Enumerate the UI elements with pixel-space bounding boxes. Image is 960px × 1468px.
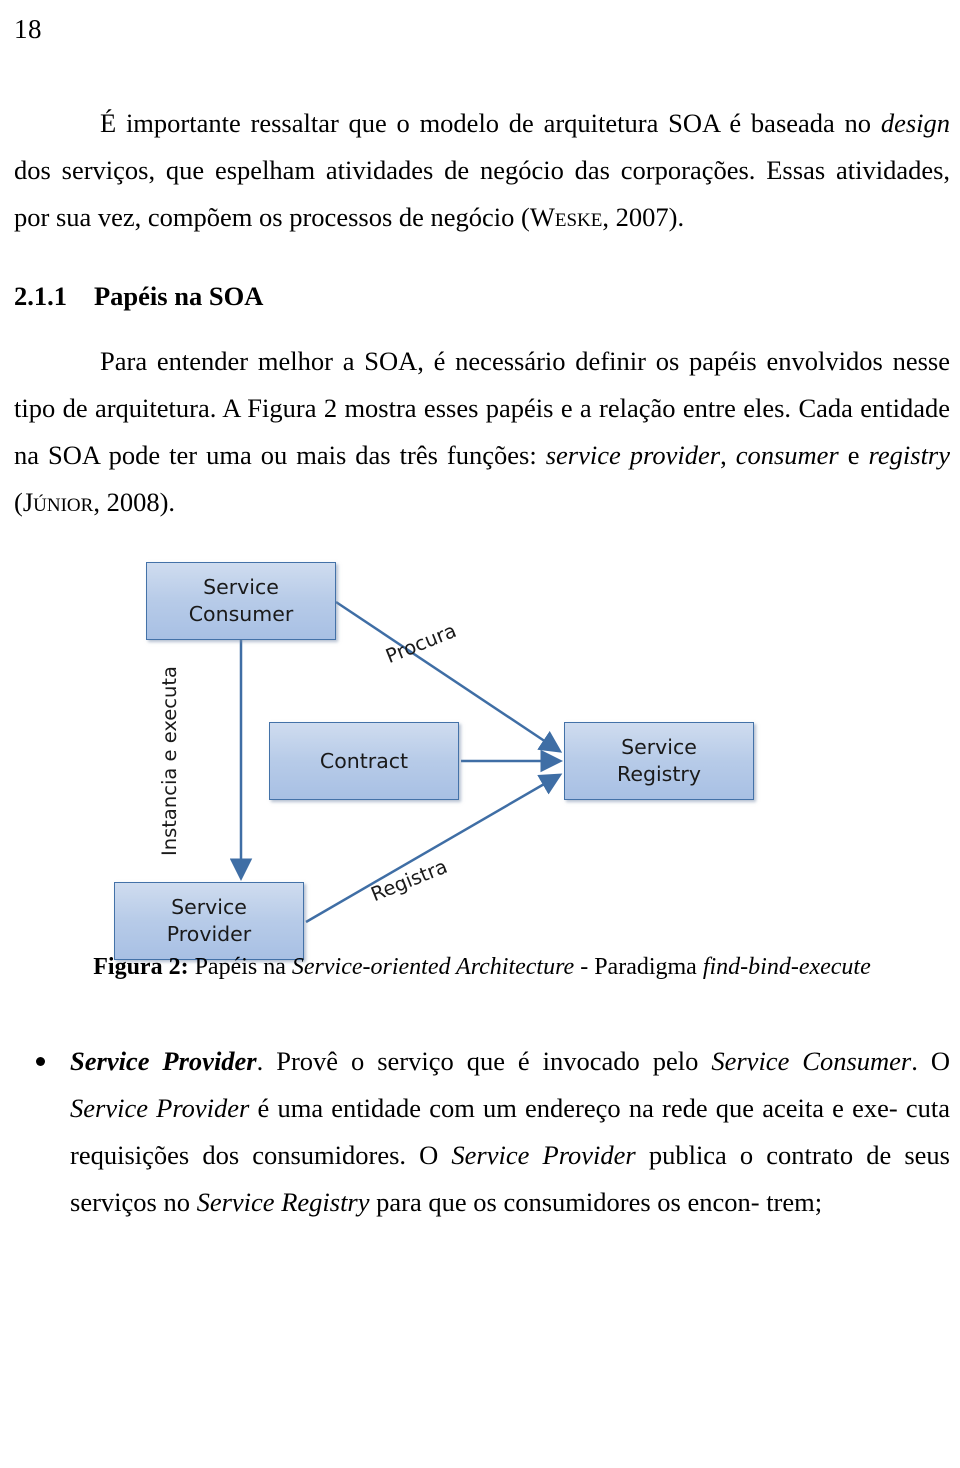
diagram-box-service-provider: Service Provider <box>114 882 304 960</box>
section-heading: 2.1.1 Papéis na SOA <box>14 281 950 312</box>
bullet-list: Service Provider. Provê o serviço que é … <box>14 1038 950 1226</box>
paragraph-intro: É importante ressaltar que o modelo de a… <box>14 100 950 241</box>
figure-soa-roles: Service Consumer Contract Service Regist… <box>14 554 950 984</box>
paragraph-roles-line1: Para entender melhor a SOA, é necessário… <box>100 346 883 376</box>
bullet-line2b: é uma entidade com um endereço na rede q… <box>249 1093 898 1123</box>
section-title: Papéis na SOA <box>94 281 264 311</box>
diagram-box-service-consumer: Service Consumer <box>146 562 336 640</box>
paragraph-intro-design: design <box>880 108 951 138</box>
diagram-box-contract-label: Contract <box>319 748 409 773</box>
bullet-line1a: . Provê o serviço que é invocado pelo <box>256 1046 712 1076</box>
bullet-line5: trem; <box>766 1187 823 1217</box>
paragraph-intro-essas: Essas <box>766 155 826 185</box>
bullet-line1c: . O <box>911 1046 950 1076</box>
bullet-lead-service-provider: Service Provider <box>70 1046 257 1076</box>
paragraph-intro-line2: dos serviços, que espelham atividades de… <box>14 155 756 185</box>
bullet-line4b: Service Registry <box>196 1187 370 1217</box>
bullet-line2a: Service Provider <box>70 1093 250 1123</box>
paragraph-roles-line4d: ( <box>14 487 23 517</box>
diagram-box-service-consumer-label: Service Consumer <box>189 574 294 628</box>
service-consumer-line2: Consumer <box>188 602 294 626</box>
section-number: 2.1.1 <box>14 281 67 311</box>
paragraph-roles-consumer: consumer <box>735 440 839 470</box>
page-content: É importante ressaltar que o modelo de a… <box>14 100 950 1226</box>
figure-caption-text-d: find-bind-execute <box>702 954 871 980</box>
diagram-box-contract: Contract <box>269 722 459 800</box>
paragraph-roles-line3b: , <box>720 440 727 470</box>
paragraph-intro-line1: É importante ressaltar que o modelo de a… <box>100 108 872 138</box>
service-consumer-line1: Service <box>203 575 279 599</box>
bullet-line3c: publica o contrato <box>635 1140 854 1170</box>
figure-caption-text-a: Papéis na <box>188 954 292 980</box>
diagram-canvas: Service Consumer Contract Service Regist… <box>84 554 844 960</box>
bullet-line3b: Service Provider <box>451 1140 636 1170</box>
paragraph-roles-service-provider: service provider <box>545 440 721 470</box>
diagram-label-instancia-executa: Instancia e executa <box>158 666 181 856</box>
service-registry-line1: Service <box>621 735 697 759</box>
paragraph-roles-line4e: , 2008). <box>93 487 176 517</box>
list-item: Service Provider. Provê o serviço que é … <box>14 1038 950 1226</box>
paragraph-roles: Para entender melhor a SOA, é necessário… <box>14 338 950 526</box>
bullet-dot-icon <box>36 1057 45 1066</box>
bullet-line4c: para que os consumidores os encon- <box>369 1187 760 1217</box>
document-page: 18 É importante ressaltar que o modelo d… <box>0 0 960 1468</box>
citation-weske: Weske <box>529 202 603 232</box>
paragraph-roles-registry: registry <box>868 440 951 470</box>
paragraph-roles-line4b: e <box>838 440 869 470</box>
diagram-box-service-registry: Service Registry <box>564 722 754 800</box>
diagram-box-service-registry-label: Service Registry <box>617 734 701 788</box>
bullet-line1b: Service Consumer <box>711 1046 912 1076</box>
figure-caption-text-b: Service-oriented Architecture <box>291 954 575 980</box>
service-provider-line1: Service <box>171 895 247 919</box>
citation-junior: Júnior <box>22 487 94 517</box>
figure-caption-label: Figura 2: <box>93 954 189 980</box>
service-registry-line2: Registry <box>617 762 701 786</box>
service-provider-line2: Provider <box>166 922 252 946</box>
figure-caption: Figura 2: Papéis na Service-oriented Arc… <box>14 954 950 981</box>
paragraph-intro-line3b: , 2007). <box>602 202 685 232</box>
figure-caption-text-c: - Paradigma <box>574 954 703 980</box>
diagram-box-service-provider-label: Service Provider <box>167 894 251 948</box>
page-number: 18 <box>14 14 42 44</box>
